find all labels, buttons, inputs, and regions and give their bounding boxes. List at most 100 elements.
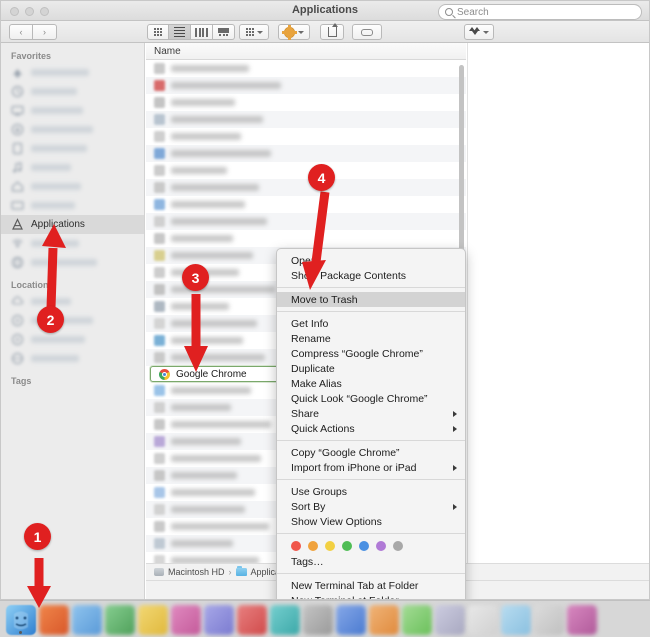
share-button[interactable] (320, 23, 344, 40)
table-row[interactable] (146, 111, 466, 128)
context-menu-sort-by[interactable]: Sort By (277, 499, 465, 514)
column-view-button[interactable] (191, 24, 213, 40)
context-menu-duplicate[interactable]: Duplicate (277, 361, 465, 376)
dock-app-5[interactable] (138, 605, 168, 635)
tag-swatch-blue[interactable] (359, 541, 369, 551)
back-button[interactable]: ‹ (9, 24, 33, 40)
dock-app-3[interactable] (72, 605, 102, 635)
context-menu-share[interactable]: Share (277, 406, 465, 421)
app-running-indicator (19, 631, 22, 634)
dock-app-10[interactable] (303, 605, 333, 635)
sidebar-item-movies[interactable] (1, 196, 144, 215)
chevron-down-icon (256, 30, 263, 34)
sidebar-item-network-globe[interactable] (1, 349, 144, 368)
sidebar-item-desktop[interactable] (1, 101, 144, 120)
table-row[interactable] (146, 162, 466, 179)
dock-app-9[interactable] (270, 605, 300, 635)
context-menu-tags[interactable]: Tags… (277, 554, 465, 569)
file-icon (154, 250, 165, 261)
dock-app-4[interactable] (105, 605, 135, 635)
context-menu-quick-actions-label: Quick Actions (291, 422, 355, 435)
sidebar-item-home[interactable] (1, 177, 144, 196)
sidebar-item-downloads[interactable] (1, 120, 144, 139)
file-icon (154, 504, 165, 515)
context-menu-get-info[interactable]: Get Info (277, 316, 465, 331)
file-icon (154, 352, 165, 363)
tag-button[interactable] (352, 24, 382, 40)
context-menu-copy[interactable]: Copy “Google Chrome” (277, 445, 465, 460)
file-icon (154, 182, 165, 193)
dock-app-18[interactable] (567, 605, 597, 635)
dock-app-7[interactable] (204, 605, 234, 635)
dock-app-8[interactable] (237, 605, 267, 635)
context-menu-make-alias[interactable]: Make Alias (277, 376, 465, 391)
context-menu-new-terminal-at-folder[interactable]: New Terminal at Folder (277, 593, 465, 600)
context-menu-rename[interactable]: Rename (277, 331, 465, 346)
column-header-name[interactable]: Name (146, 43, 466, 60)
sidebar-item-label (31, 88, 77, 95)
table-row[interactable] (146, 145, 466, 162)
tag-swatch-purple[interactable] (376, 541, 386, 551)
group-by-button[interactable] (239, 24, 269, 40)
sidebar-item-disk-2[interactable] (1, 330, 144, 349)
file-icon (154, 419, 165, 430)
forward-button[interactable]: › (33, 24, 57, 40)
network-globe-icon (11, 352, 24, 365)
sidebar-item-airdrop[interactable] (1, 63, 144, 82)
dock-app-14[interactable] (435, 605, 465, 635)
path-segment-0[interactable]: Macintosh HD (168, 567, 225, 577)
hard-disk-icon (154, 568, 164, 576)
dropbox-button[interactable] (464, 24, 494, 40)
sidebar-item-disk-1[interactable] (1, 311, 144, 330)
file-name (171, 489, 255, 496)
context-menu-use-groups[interactable]: Use Groups (277, 484, 465, 499)
dock-app-15[interactable] (468, 605, 498, 635)
screenshot-root: Applications ‹ › Search Favorites Applic… (0, 0, 650, 637)
documents-icon (11, 142, 24, 155)
icon-view-button[interactable] (147, 24, 169, 40)
context-menu-quick-look[interactable]: Quick Look “Google Chrome” (277, 391, 465, 406)
action-button[interactable] (278, 24, 310, 40)
table-row[interactable] (146, 94, 466, 111)
search-input[interactable]: Search (438, 4, 642, 20)
context-menu-new-terminal-tab-at-folder[interactable]: New Terminal Tab at Folder (277, 578, 465, 593)
tag-swatch-red[interactable] (291, 541, 301, 551)
sidebar-item-documents[interactable] (1, 139, 144, 158)
gallery-view-button[interactable] (213, 24, 235, 40)
dock-app-16[interactable] (501, 605, 531, 635)
dock-app-11[interactable] (336, 605, 366, 635)
sidebar-item-music[interactable] (1, 158, 144, 177)
submenu-arrow-icon (453, 410, 457, 417)
tag-swatch-gray[interactable] (393, 541, 403, 551)
context-menu-show-view-options[interactable]: Show View Options (277, 514, 465, 529)
list-view-button[interactable] (169, 24, 191, 40)
file-name (171, 540, 233, 547)
action-control[interactable] (278, 24, 310, 40)
tag-swatch-yellow[interactable] (325, 541, 335, 551)
annotation-badge-4: 4 (308, 164, 335, 191)
dropbox-control[interactable] (464, 24, 494, 40)
table-row[interactable] (146, 77, 466, 94)
table-row[interactable] (146, 128, 466, 145)
tag-swatch-green[interactable] (342, 541, 352, 551)
dock-app-12[interactable] (369, 605, 399, 635)
table-row[interactable] (146, 60, 466, 77)
file-name (171, 506, 245, 513)
dock-app-6[interactable] (171, 605, 201, 635)
group-by-control[interactable] (239, 24, 269, 40)
dock-app-13[interactable] (402, 605, 432, 635)
context-menu-import-from-iphone[interactable]: Import from iPhone or iPad (277, 460, 465, 475)
context-menu-quick-actions[interactable]: Quick Actions (277, 421, 465, 436)
sidebar-item-recents[interactable] (1, 82, 144, 101)
scrollbar-thumb[interactable] (459, 65, 464, 263)
sidebar-item-label (31, 202, 75, 209)
file-name (171, 387, 251, 394)
context-menu-compress[interactable]: Compress “Google Chrome” (277, 346, 465, 361)
file-icon (154, 63, 165, 74)
file-name (171, 116, 263, 123)
tag-control[interactable] (352, 24, 382, 40)
dock-app-17[interactable] (534, 605, 564, 635)
share-control[interactable] (320, 23, 344, 40)
context-menu: Open Show Package Contents Move to Trash… (276, 248, 466, 600)
tag-swatch-orange[interactable] (308, 541, 318, 551)
